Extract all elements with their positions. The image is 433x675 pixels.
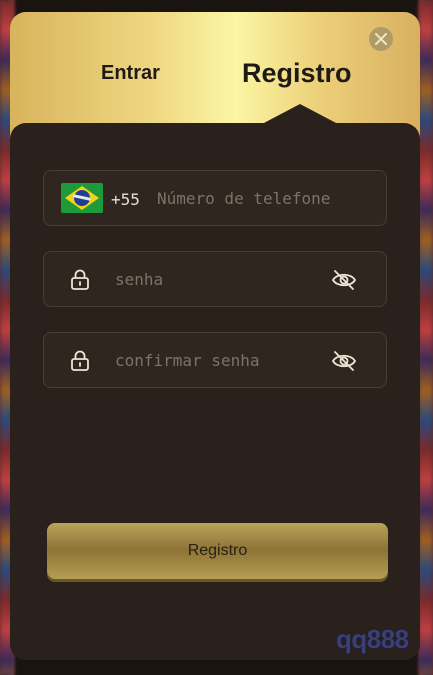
confirm-password-field	[43, 332, 387, 388]
confirm-password-input[interactable]	[115, 345, 315, 375]
eye-off-icon[interactable]	[331, 269, 357, 291]
tab-login[interactable]: Entrar	[101, 62, 160, 85]
lock-icon	[71, 269, 89, 290]
active-tab-indicator	[262, 104, 338, 124]
country-code: +55	[111, 190, 140, 209]
phone-field: +55	[43, 170, 387, 226]
eye-off-icon[interactable]	[331, 350, 357, 372]
password-field	[43, 251, 387, 307]
close-button[interactable]	[369, 27, 393, 51]
close-icon	[375, 33, 387, 45]
background-right-strip	[419, 0, 433, 675]
lock-icon	[71, 350, 89, 371]
brand-logo: qq888	[336, 624, 409, 654]
tab-register[interactable]: Registro	[242, 58, 352, 89]
phone-input[interactable]	[157, 183, 377, 213]
password-input[interactable]	[115, 264, 315, 294]
brazil-flag-icon[interactable]	[61, 183, 103, 213]
register-modal: Entrar Registro +55 Número de telefone R…	[10, 12, 420, 660]
register-submit-button[interactable]: Registro	[47, 523, 388, 579]
